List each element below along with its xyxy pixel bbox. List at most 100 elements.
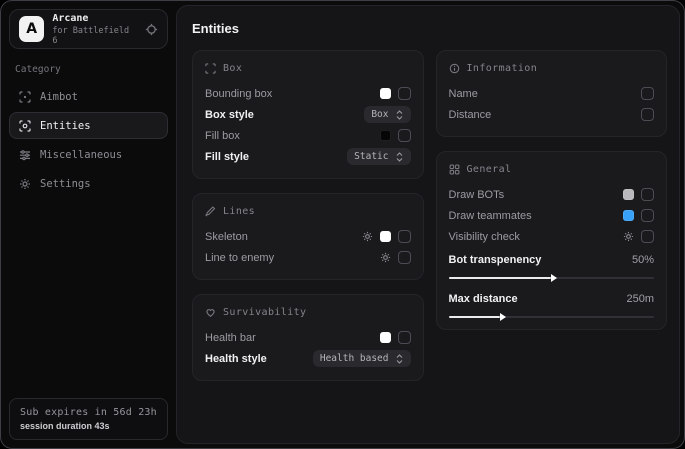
chevron-up-down-icon bbox=[395, 152, 404, 162]
setting-row-health-style: Health style Health based bbox=[205, 348, 411, 369]
app-brand-card: A Arcane for Battlefield 6 bbox=[9, 9, 168, 49]
app-subtitle: for Battlefield 6 bbox=[52, 26, 137, 46]
slider-value: 250m bbox=[626, 293, 654, 305]
dropdown-value: Health based bbox=[320, 353, 389, 364]
card-title: General bbox=[467, 164, 512, 175]
color-swatch[interactable] bbox=[623, 189, 634, 200]
row-label: Visibility check bbox=[449, 231, 520, 243]
aimbot-icon bbox=[19, 91, 31, 103]
slider-fill bbox=[449, 277, 552, 279]
max-distance-slider[interactable] bbox=[449, 316, 655, 318]
app-brand-text: Arcane for Battlefield 6 bbox=[52, 13, 137, 46]
page-title: Entities bbox=[192, 21, 667, 36]
crosshair-icon[interactable] bbox=[145, 23, 158, 36]
general-card-header: General bbox=[449, 164, 655, 175]
app-name: Arcane bbox=[52, 13, 137, 24]
setting-row-distance: Distance bbox=[449, 104, 655, 125]
draw-teammates-checkbox[interactable] bbox=[641, 209, 654, 222]
sidebar-item-miscellaneous[interactable]: Miscellaneous bbox=[9, 141, 168, 168]
dropdown-value: Static bbox=[354, 151, 388, 162]
scan-brackets-icon bbox=[205, 63, 216, 74]
row-label: Health style bbox=[205, 353, 267, 365]
sidebar-item-label: Entities bbox=[40, 120, 91, 132]
chevron-up-down-icon bbox=[395, 110, 404, 120]
visibility-check-checkbox[interactable] bbox=[641, 230, 654, 243]
dropdown-value: Box bbox=[371, 109, 388, 120]
setting-row-health-bar: Health bar bbox=[205, 327, 411, 348]
setting-row-draw-teammates: Draw teammates bbox=[449, 205, 655, 226]
card-title: Information bbox=[467, 63, 538, 74]
box-style-dropdown[interactable]: Box bbox=[364, 106, 410, 123]
slider-fill bbox=[449, 316, 500, 318]
sidebar-item-entities[interactable]: Entities bbox=[9, 112, 168, 139]
row-label: Bounding box bbox=[205, 88, 272, 100]
row-label: Fill box bbox=[205, 130, 240, 142]
setting-row-bot-transparency: Bot transpenency 50% bbox=[449, 249, 655, 279]
setting-row-box-style: Box style Box bbox=[205, 104, 411, 125]
health-bar-checkbox[interactable] bbox=[398, 331, 411, 344]
heart-icon bbox=[205, 307, 216, 318]
main-panel: Entities Box Bounding box bbox=[176, 5, 680, 444]
lines-card: Lines Skeleton bbox=[192, 193, 424, 280]
chevron-up-down-icon bbox=[395, 354, 404, 364]
skeleton-settings-gear-icon[interactable] bbox=[362, 231, 373, 242]
setting-row-skeleton: Skeleton bbox=[205, 226, 411, 247]
app-logo-avatar: A bbox=[19, 16, 44, 42]
draw-bots-checkbox[interactable] bbox=[641, 188, 654, 201]
health-style-dropdown[interactable]: Health based bbox=[313, 350, 411, 367]
row-label: Health bar bbox=[205, 332, 256, 344]
bounding-box-checkbox[interactable] bbox=[398, 87, 411, 100]
right-column: Information Name Distance bbox=[436, 50, 668, 330]
bot-transparency-slider[interactable] bbox=[449, 277, 655, 279]
row-label: Bot transpenency bbox=[449, 254, 542, 266]
card-title: Box bbox=[223, 63, 242, 74]
app-window: A Arcane for Battlefield 6 Category Aimb bbox=[0, 0, 685, 449]
setting-row-visibility-check: Visibility check bbox=[449, 226, 655, 247]
row-label: Skeleton bbox=[205, 231, 248, 243]
setting-row-line-to-enemy: Line to enemy bbox=[205, 247, 411, 268]
row-label: Distance bbox=[449, 109, 492, 121]
color-swatch[interactable] bbox=[623, 210, 634, 221]
skeleton-checkbox[interactable] bbox=[398, 230, 411, 243]
color-swatch[interactable] bbox=[380, 88, 391, 99]
setting-row-fill-style: Fill style Static bbox=[205, 146, 411, 167]
category-label: Category bbox=[15, 64, 162, 75]
setting-row-name: Name bbox=[449, 83, 655, 104]
slider-value: 50% bbox=[632, 254, 654, 266]
gear-icon bbox=[19, 178, 31, 190]
survivability-card-header: Survivability bbox=[205, 307, 411, 318]
setting-row-fill-box: Fill box bbox=[205, 125, 411, 146]
entities-icon bbox=[19, 120, 31, 132]
fill-box-checkbox[interactable] bbox=[398, 129, 411, 142]
sidebar-item-settings[interactable]: Settings bbox=[9, 170, 168, 197]
color-swatch[interactable] bbox=[380, 130, 391, 141]
sidebar-item-aimbot[interactable]: Aimbot bbox=[9, 83, 168, 110]
setting-row-max-distance: Max distance 250m bbox=[449, 288, 655, 318]
row-label: Name bbox=[449, 88, 478, 100]
distance-checkbox[interactable] bbox=[641, 108, 654, 121]
line-to-enemy-settings-gear-icon[interactable] bbox=[380, 252, 391, 263]
row-label: Draw BOTs bbox=[449, 189, 505, 201]
survivability-card: Survivability Health bar Health style bbox=[192, 294, 424, 381]
left-column: Box Bounding box Box style Box bbox=[192, 50, 424, 381]
row-label: Max distance bbox=[449, 293, 518, 305]
name-checkbox[interactable] bbox=[641, 87, 654, 100]
fill-style-dropdown[interactable]: Static bbox=[347, 148, 410, 165]
info-icon bbox=[449, 63, 460, 74]
card-title: Survivability bbox=[223, 307, 306, 318]
color-swatch[interactable] bbox=[380, 231, 391, 242]
card-title: Lines bbox=[223, 206, 255, 217]
sidebar-item-label: Aimbot bbox=[40, 91, 78, 103]
general-card: General Draw BOTs Draw teammates bbox=[436, 151, 668, 330]
session-duration-text: session duration 43s bbox=[20, 421, 157, 431]
line-to-enemy-checkbox[interactable] bbox=[398, 251, 411, 264]
setting-row-bounding-box: Bounding box bbox=[205, 83, 411, 104]
subscription-card: Sub expires in 56d 23h session duration … bbox=[9, 398, 168, 440]
lines-card-header: Lines bbox=[205, 206, 411, 217]
information-card: Information Name Distance bbox=[436, 50, 668, 137]
color-swatch[interactable] bbox=[380, 332, 391, 343]
visibility-settings-gear-icon[interactable] bbox=[623, 231, 634, 242]
box-card-header: Box bbox=[205, 63, 411, 74]
row-label: Line to enemy bbox=[205, 252, 274, 264]
box-card: Box Bounding box Box style Box bbox=[192, 50, 424, 179]
